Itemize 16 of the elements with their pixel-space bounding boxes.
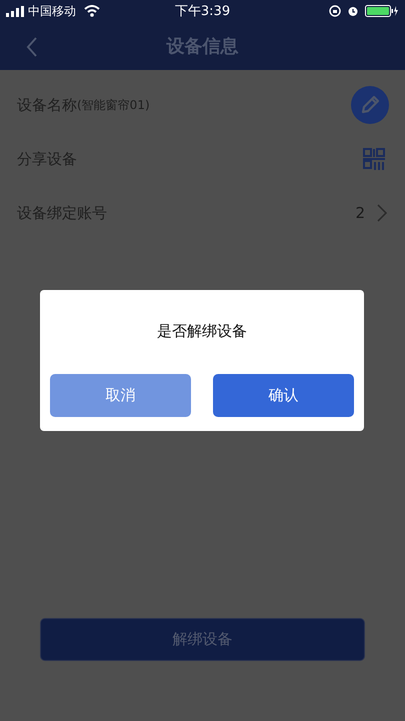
battery-icon (364, 5, 399, 17)
confirm-button[interactable]: 确认 (213, 374, 354, 417)
signal-icon (6, 6, 24, 16)
chevron-icon[interactable] (377, 204, 387, 222)
pencil-icon[interactable] (351, 86, 389, 124)
page-title: 设备信息 (166, 35, 238, 58)
carrier-name: 中国移动 (28, 2, 76, 20)
cancel-button[interactable]: 取消 (50, 374, 191, 417)
unbind-button[interactable]: 解绑设备 (40, 618, 365, 661)
alarm-icon (346, 5, 359, 17)
qr-code-icon[interactable] (363, 148, 385, 170)
rotation-lock-icon (328, 5, 341, 17)
status-time: 下午3:39 (174, 3, 230, 20)
dialog-message: 是否解绑设备 (157, 322, 247, 341)
wifi-icon (84, 5, 100, 17)
back-icon[interactable] (26, 36, 38, 58)
